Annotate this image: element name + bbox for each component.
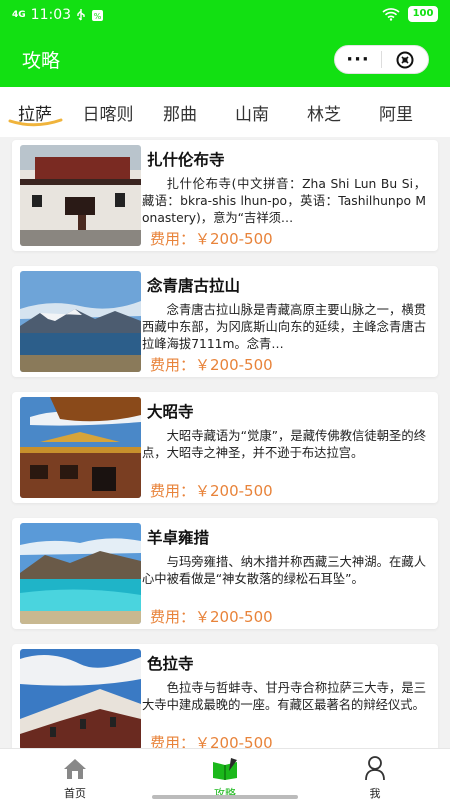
tabbar-label: 我	[369, 787, 381, 800]
book-icon	[213, 758, 237, 780]
tabbar-item-home[interactable]: 首页	[35, 753, 115, 800]
tab-nagqu[interactable]: 那曲	[145, 100, 215, 125]
attraction-description: 扎什伦布寺(中文拼音：Zha Shi Lun Bu Si，藏语：bkra-shi…	[142, 177, 426, 225]
attraction-price: 费用：￥200-500	[150, 608, 273, 626]
attraction-title: 大昭寺	[147, 403, 194, 421]
status-time: 11:03	[30, 7, 72, 23]
close-icon	[396, 51, 414, 68]
status-bar: 4G 11:03 % 100	[0, 0, 450, 30]
page-title: 攻略	[22, 50, 61, 72]
battery-indicator: 100	[408, 6, 438, 22]
tab-nyingchi[interactable]: 林芝	[289, 100, 359, 125]
active-tab-underline	[8, 118, 63, 127]
close-button[interactable]	[382, 50, 428, 70]
home-icon	[64, 759, 86, 779]
attraction-title: 扎什伦布寺	[147, 151, 225, 169]
attraction-image	[20, 145, 141, 246]
tab-shannan[interactable]: 山南	[217, 100, 287, 125]
attraction-card[interactable]: 扎什伦布寺 扎什伦布寺(中文拼音：Zha Shi Lun Bu Si，藏语：bk…	[12, 140, 438, 251]
attraction-description: 大昭寺藏语为“觉康”，是藏传佛教信徒朝圣的终点，大昭寺之神圣，并不逊于布达拉宫。	[142, 429, 426, 460]
tab-shigatse[interactable]: 日喀则	[73, 100, 143, 125]
tabbar-item-me[interactable]: 我	[335, 753, 415, 800]
miniprogram-capsule: ···	[334, 45, 429, 74]
attraction-image	[20, 649, 141, 750]
attraction-title: 念青唐古拉山	[147, 277, 241, 295]
bottom-tab-bar: 首页 攻略 我	[0, 748, 450, 800]
home-indicator	[152, 795, 298, 799]
tab-ngari[interactable]: 阿里	[361, 100, 431, 125]
more-button[interactable]: ···	[335, 50, 381, 68]
person-icon	[365, 756, 385, 781]
attraction-description: 色拉寺与哲蚌寺、甘丹寺合称拉萨三大寺，是三大寺中建成最晚的一座。有藏区最著名的辩…	[142, 681, 426, 712]
attraction-card[interactable]: 念青唐古拉山 念青唐古拉山脉是青藏高原主要山脉之一，横贯西藏中东部，为冈底斯山向…	[12, 266, 438, 377]
attraction-card[interactable]: 色拉寺 色拉寺与哲蚌寺、甘丹寺合称拉萨三大寺，是三大寺中建成最晚的一座。有藏区最…	[12, 644, 438, 755]
attraction-price: 费用：￥200-500	[150, 482, 273, 500]
svg-text:%: %	[94, 12, 102, 21]
attraction-card[interactable]: 羊卓雍措 与玛旁雍措、纳木措并称西藏三大神湖。在藏人心中被看做是“神女散落的绿松…	[12, 518, 438, 629]
attraction-price: 费用：￥200-500	[150, 356, 273, 374]
tabbar-item-guide[interactable]: 攻略	[185, 753, 265, 800]
attraction-title: 色拉寺	[147, 655, 194, 673]
attraction-card[interactable]: 大昭寺 大昭寺藏语为“觉康”，是藏传佛教信徒朝圣的终点，大昭寺之神圣，并不逊于布…	[12, 392, 438, 503]
region-tabs: 拉萨 日喀则 那曲 山南 林芝 阿里	[0, 87, 450, 137]
tabbar-label: 首页	[64, 787, 86, 800]
attraction-image	[20, 397, 141, 498]
nav-bar: 攻略 ···	[0, 30, 450, 87]
attraction-description: 与玛旁雍措、纳木措并称西藏三大神湖。在藏人心中被看做是“神女散落的绿松石耳坠”。	[142, 555, 426, 586]
usb-icon	[77, 9, 85, 21]
notification-icon: %	[92, 9, 104, 21]
attraction-title: 羊卓雍措	[147, 529, 210, 547]
signal-indicator: 4G	[12, 9, 26, 20]
wifi-icon	[382, 8, 400, 21]
attraction-image	[20, 271, 141, 372]
attraction-description: 念青唐古拉山脉是青藏高原主要山脉之一，横贯西藏中东部，为冈底斯山向东的延续，主峰…	[142, 303, 426, 351]
attraction-image	[20, 523, 141, 624]
attraction-price: 费用：￥200-500	[150, 230, 273, 248]
